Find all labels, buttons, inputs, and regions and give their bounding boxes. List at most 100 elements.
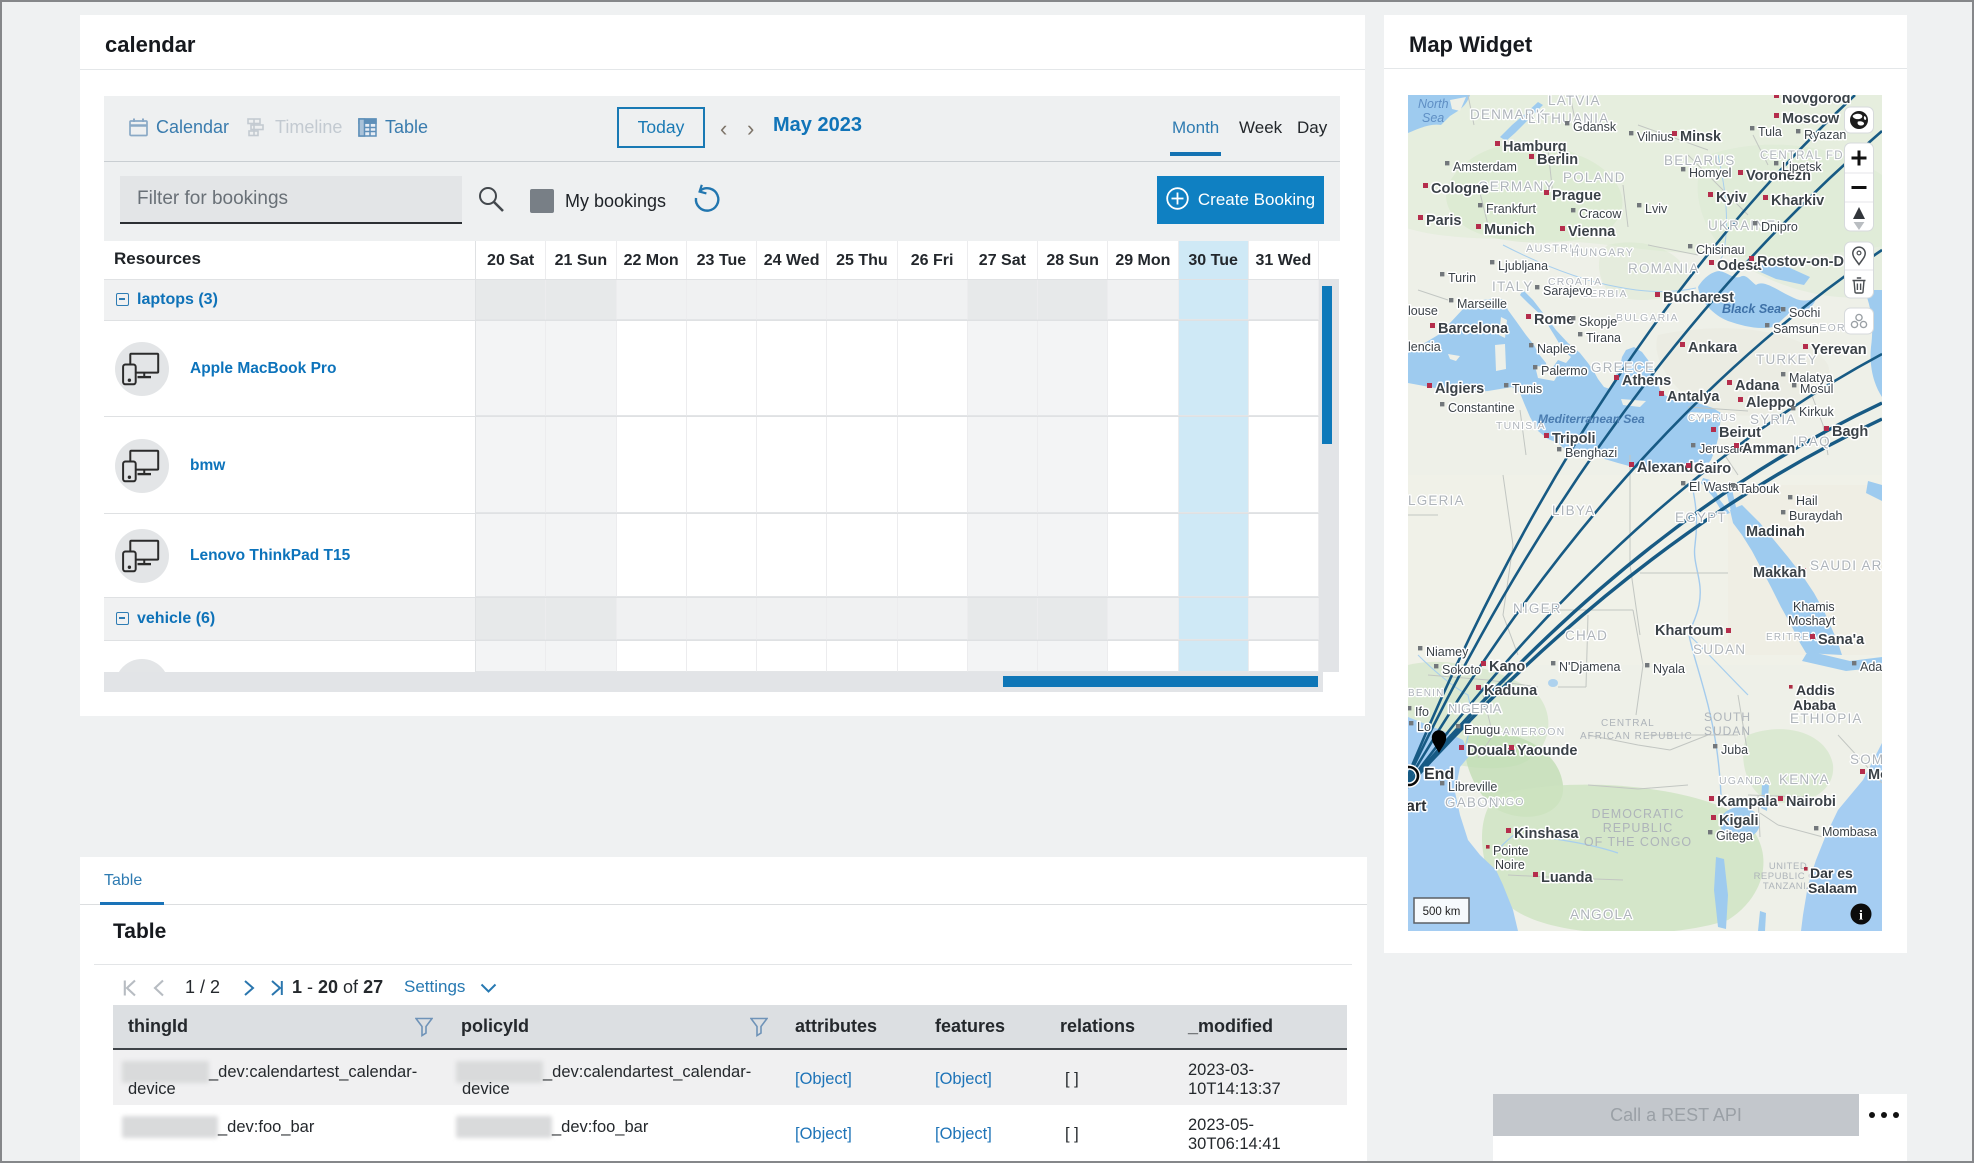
svg-text:Mosul: Mosul [1800, 382, 1833, 396]
svg-text:Niamey: Niamey [1426, 645, 1469, 659]
svg-text:Ankara: Ankara [1688, 340, 1738, 356]
svg-text:Sarajevo: Sarajevo [1543, 284, 1592, 298]
svg-text:Khamis: Khamis [1793, 600, 1835, 614]
svg-text:Makkah: Makkah [1753, 565, 1806, 581]
svg-text:ANGOLA: ANGOLA [1570, 907, 1633, 922]
svg-text:Ifo: Ifo [1415, 705, 1429, 719]
svg-text:Ljubljana: Ljubljana [1498, 259, 1548, 273]
svg-text:CAMEROON: CAMEROON [1494, 726, 1565, 738]
svg-text:Berlin: Berlin [1537, 152, 1578, 168]
svg-text:Tula: Tula [1758, 125, 1782, 139]
svg-text:TANZANIA: TANZANIA [1763, 881, 1813, 892]
svg-text:Beirut: Beirut [1719, 425, 1761, 441]
svg-text:Nairobi: Nairobi [1786, 794, 1836, 810]
svg-text:Naples: Naples [1537, 342, 1576, 356]
svg-text:EGYPT: EGYPT [1675, 510, 1727, 525]
svg-text:Benghazi: Benghazi [1565, 446, 1617, 460]
svg-text:Vienna: Vienna [1568, 224, 1616, 240]
svg-text:Adan: Adan [1860, 660, 1882, 674]
svg-text:Cracow: Cracow [1579, 207, 1622, 221]
svg-text:Kano: Kano [1489, 659, 1525, 675]
svg-text:Moshayt: Moshayt [1788, 614, 1836, 628]
svg-text:Minsk: Minsk [1680, 129, 1722, 145]
svg-text:Start: Start [1408, 798, 1427, 815]
svg-text:Lo: Lo [1417, 720, 1431, 734]
svg-text:Kharkiv: Kharkiv [1771, 193, 1824, 209]
svg-text:Amman: Amman [1742, 441, 1795, 457]
svg-text:Kinshasa: Kinshasa [1514, 826, 1579, 842]
svg-text:Pointe: Pointe [1493, 844, 1528, 858]
svg-text:ERITREA: ERITREA [1766, 632, 1818, 643]
svg-text:Bucharest: Bucharest [1663, 290, 1734, 306]
svg-text:CHAD: CHAD [1565, 628, 1608, 643]
svg-text:LATVIA: LATVIA [1548, 95, 1601, 108]
svg-text:Cologne: Cologne [1431, 181, 1489, 197]
svg-text:Lipetsk: Lipetsk [1782, 160, 1822, 174]
svg-text:Tabouk: Tabouk [1739, 482, 1780, 496]
svg-text:Palermo: Palermo [1541, 364, 1588, 378]
svg-text:Gitega: Gitega [1716, 829, 1753, 843]
svg-text:SUDAN: SUDAN [1693, 642, 1746, 657]
svg-text:Khartoum: Khartoum [1655, 623, 1723, 639]
svg-text:Kyiv: Kyiv [1716, 190, 1747, 206]
svg-text:Kampala: Kampala [1717, 794, 1778, 810]
svg-text:Chisinau: Chisinau [1696, 243, 1745, 257]
svg-text:Dnipro: Dnipro [1761, 220, 1798, 234]
svg-text:Sana'a: Sana'a [1818, 632, 1865, 648]
svg-text:Bagh: Bagh [1832, 424, 1868, 440]
svg-text:Sea: Sea [1422, 111, 1444, 125]
svg-text:Dar es: Dar es [1810, 865, 1853, 881]
svg-text:Antalya: Antalya [1667, 389, 1720, 405]
svg-text:GERMANY: GERMANY [1478, 179, 1555, 194]
svg-text:Lviv: Lviv [1645, 202, 1668, 216]
svg-text:Marseille: Marseille [1457, 297, 1507, 311]
svg-text:Vilnius: Vilnius [1637, 130, 1674, 144]
svg-text:Constantine: Constantine [1448, 401, 1515, 415]
svg-text:Moscow: Moscow [1782, 111, 1840, 127]
svg-text:Tirana: Tirana [1586, 331, 1621, 345]
svg-text:Yerevan: Yerevan [1811, 342, 1867, 358]
svg-text:Samsun: Samsun [1773, 322, 1819, 336]
svg-text:Ababa: Ababa [1793, 697, 1836, 713]
svg-text:Amsterdam: Amsterdam [1453, 160, 1517, 174]
svg-text:Odesa: Odesa [1717, 258, 1762, 274]
svg-text:Prague: Prague [1552, 188, 1601, 204]
svg-text:Rome: Rome [1534, 312, 1574, 328]
svg-text:lencia: lencia [1408, 340, 1441, 354]
svg-text:Skopje: Skopje [1579, 315, 1617, 329]
svg-text:GABON: GABON [1445, 795, 1500, 810]
svg-text:CYPRUS: CYPRUS [1688, 413, 1737, 424]
svg-text:POLAND: POLAND [1563, 170, 1626, 185]
svg-text:Turin: Turin [1448, 271, 1476, 285]
svg-text:Libreville: Libreville [1448, 780, 1497, 794]
svg-text:Hail: Hail [1796, 494, 1818, 508]
svg-text:Mog: Mog [1868, 767, 1882, 783]
svg-text:IRAQ: IRAQ [1793, 434, 1831, 449]
svg-text:UGANDA: UGANDA [1719, 775, 1771, 787]
svg-text:Algiers: Algiers [1435, 381, 1484, 397]
svg-text:ITALY: ITALY [1492, 279, 1534, 294]
svg-text:NIGER: NIGER [1513, 601, 1562, 616]
svg-text:Yaounde: Yaounde [1517, 743, 1577, 759]
svg-text:ETHIOPIA: ETHIOPIA [1790, 711, 1863, 726]
svg-text:Tripoli: Tripoli [1552, 431, 1596, 447]
svg-text:Sochi: Sochi [1789, 306, 1820, 320]
svg-text:SAUDI ARA: SAUDI ARA [1810, 558, 1882, 573]
svg-text:North: North [1418, 97, 1449, 111]
svg-text:Adana: Adana [1735, 378, 1780, 394]
svg-text:SUDAN: SUDAN [1704, 724, 1751, 738]
svg-text:Novgorod: Novgorod [1782, 95, 1850, 107]
svg-text:OF THE CONGO: OF THE CONGO [1584, 835, 1692, 849]
svg-text:BENIN: BENIN [1408, 688, 1445, 699]
svg-text:REPUBLIC: REPUBLIC [1603, 821, 1674, 835]
svg-text:i: i [1859, 909, 1863, 924]
svg-text:Kigali: Kigali [1719, 813, 1758, 829]
svg-text:Mediterranean Sea: Mediterranean Sea [1538, 412, 1645, 426]
svg-text:KENYA: KENYA [1779, 772, 1830, 787]
svg-text:Ryazan: Ryazan [1804, 128, 1846, 142]
svg-text:Aleppo: Aleppo [1746, 395, 1795, 411]
svg-text:Juba: Juba [1721, 743, 1748, 757]
svg-text:Mombasa: Mombasa [1822, 825, 1877, 839]
svg-text:Sokoto: Sokoto [1442, 663, 1481, 677]
svg-text:Addis: Addis [1796, 682, 1835, 698]
